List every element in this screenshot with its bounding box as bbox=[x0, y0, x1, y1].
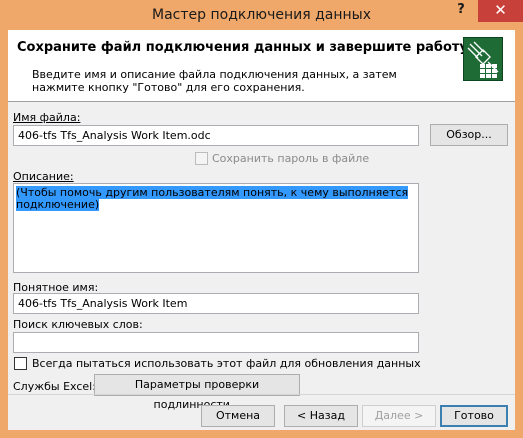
data-connection-wizard-icon bbox=[463, 37, 503, 81]
file-name-field[interactable]: 406-tfs Tfs_Analysis Work Item.odc bbox=[13, 125, 419, 146]
cancel-button[interactable]: Отмена bbox=[201, 405, 275, 427]
keywords-field[interactable] bbox=[13, 332, 419, 353]
wizard-window: Мастер подключения данных ? ✕ Сохраните … bbox=[0, 0, 523, 438]
window-title: Мастер подключения данных bbox=[152, 7, 371, 23]
description-textarea[interactable]: (Чтобы помочь другим пользователям понят… bbox=[13, 183, 419, 273]
dialog-body: Сохраните файл подключения данных и заве… bbox=[8, 30, 515, 430]
save-password-label: Сохранить пароль в файле bbox=[212, 152, 370, 165]
excel-services-label: Службы Excel: bbox=[13, 380, 96, 393]
always-use-checkbox[interactable] bbox=[14, 357, 27, 370]
title-bar[interactable]: Мастер подключения данных ? ✕ bbox=[0, 0, 523, 30]
always-use-label: Всегда пытаться использовать этот файл д… bbox=[32, 357, 421, 370]
next-button[interactable]: Далее > bbox=[362, 405, 436, 427]
footer-separator bbox=[8, 394, 515, 395]
browse-button[interactable]: Обзор... bbox=[430, 124, 508, 146]
finish-button[interactable]: Готово bbox=[440, 405, 508, 427]
help-button[interactable]: ? bbox=[448, 0, 474, 22]
page-title: Сохраните файл подключения данных и заве… bbox=[17, 40, 468, 55]
keywords-label: Поиск ключевых слов: bbox=[13, 318, 143, 331]
close-button[interactable]: ✕ bbox=[478, 0, 523, 22]
authentication-settings-button[interactable]: Параметры проверки подлинности... bbox=[94, 374, 300, 411]
back-button[interactable]: < Назад bbox=[284, 405, 358, 427]
description-label: Описание: bbox=[13, 170, 74, 183]
description-text: (Чтобы помочь другим пользователям понят… bbox=[16, 186, 409, 211]
save-password-checkbox[interactable] bbox=[195, 152, 208, 165]
page-description: Введите имя и описание файла подключения… bbox=[32, 68, 397, 94]
wizard-header: Сохраните файл подключения данных и заве… bbox=[8, 30, 515, 102]
file-name-label: Имя файла: bbox=[13, 111, 81, 124]
friendly-name-field[interactable]: 406-tfs Tfs_Analysis Work Item bbox=[13, 293, 419, 314]
